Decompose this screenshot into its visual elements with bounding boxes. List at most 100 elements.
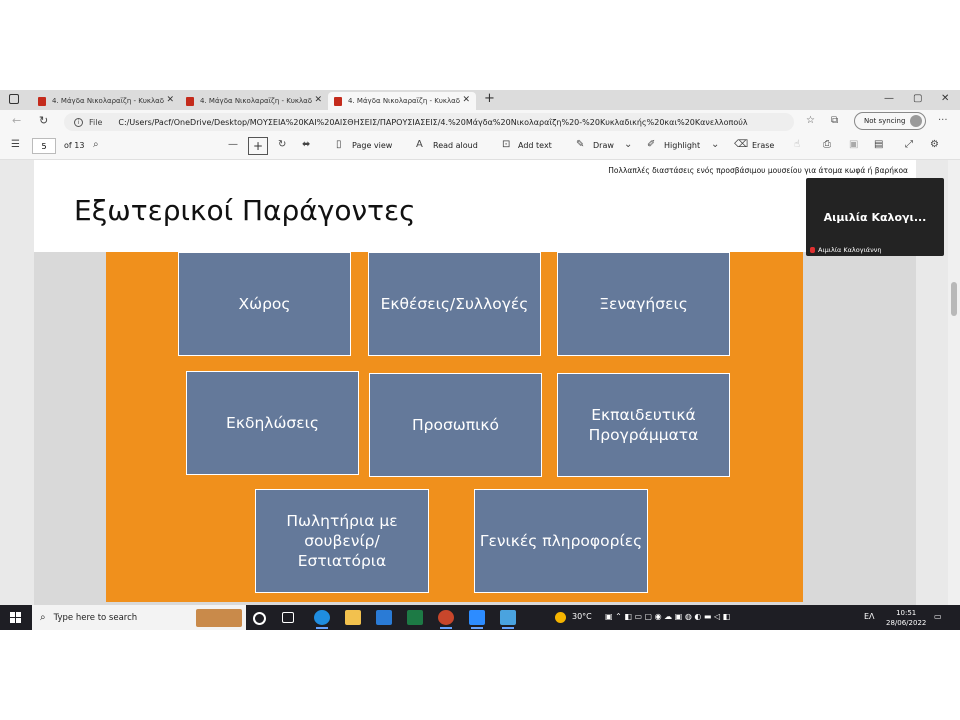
- maximize-icon[interactable]: ▢: [913, 93, 922, 104]
- box-souvenirs-restaurants: Πωλητήρια με σουβενίρ/Εστιατόρια: [255, 489, 429, 593]
- sync-label: Not syncing: [864, 117, 906, 125]
- tab-strip: 4. Μάγδα Νικολαραΐζη - Κυκλαδ ✕ 4. Μάγδα…: [0, 90, 960, 110]
- box-label: Πωλητήρια με σουβενίρ/Εστιατόρια: [286, 511, 398, 571]
- read-aloud-icon: A: [416, 139, 423, 150]
- language-indicator[interactable]: ΕΛ: [864, 612, 875, 621]
- contents-icon[interactable]: ☰: [11, 139, 20, 150]
- avatar: [910, 115, 922, 127]
- close-icon[interactable]: ✕: [462, 95, 470, 105]
- add-text-button[interactable]: Add text: [518, 141, 552, 150]
- erase-button[interactable]: Erase: [752, 141, 774, 150]
- read-aloud-button[interactable]: Read aloud: [433, 141, 478, 150]
- vertical-scrollbar[interactable]: [948, 160, 960, 605]
- weather-icon[interactable]: [555, 612, 566, 623]
- photos-icon[interactable]: [500, 610, 516, 629]
- search-icon: ⌕: [40, 612, 46, 623]
- windows-start-icon[interactable]: [10, 612, 21, 623]
- save-icon[interactable]: ▣: [849, 139, 858, 150]
- collections-icon[interactable]: ⧉: [831, 115, 838, 126]
- highlight-icon: ✐: [647, 139, 656, 150]
- tab-1[interactable]: 4. Μάγδα Νικολαραΐζη - Κυκλαδ ✕: [32, 92, 180, 110]
- box-label: Ξεναγήσεις: [599, 294, 688, 313]
- window-close-icon[interactable]: ✕: [941, 93, 949, 104]
- gear-icon[interactable]: ⚙: [930, 139, 939, 150]
- highlight-button[interactable]: Highlight: [664, 141, 700, 150]
- scrollbar-thumb[interactable]: [951, 282, 957, 316]
- eraser-icon: ⌫: [734, 139, 749, 150]
- pdf-icon: [334, 96, 342, 106]
- draw-icon: ✎: [576, 139, 585, 150]
- page-view-button[interactable]: Page view: [352, 141, 392, 150]
- address-field[interactable]: i File C:/Users/Pacf/OneDrive/Desktop/ΜΟ…: [64, 113, 794, 131]
- zoom-app-icon[interactable]: [469, 610, 485, 629]
- powerpoint-icon[interactable]: [438, 610, 454, 629]
- video-tile[interactable]: Αιμιλία Καλογι... Αιμιλία Καλογιάννη: [806, 178, 944, 256]
- slide-title: Εξωτερικοί Παράγοντες: [74, 194, 416, 227]
- mail-icon[interactable]: [376, 610, 392, 625]
- box-events: Εκδηλώσεις: [186, 371, 359, 475]
- box-general-information: Γενικές πληροφορίες: [474, 489, 648, 593]
- box-label: Χώρος: [238, 294, 291, 313]
- box-label: Προσωπικό: [412, 415, 499, 434]
- taskbar-search[interactable]: ⌕ Type here to search: [32, 605, 246, 630]
- weather-temp[interactable]: 30°C: [572, 612, 592, 621]
- box-label: Εκθέσεις/Συλλογές: [380, 294, 529, 313]
- tab-actions-icon[interactable]: [9, 94, 19, 104]
- zoom-out-icon[interactable]: —: [228, 139, 238, 150]
- box-label: Εκδηλώσεις: [226, 413, 319, 432]
- back-icon[interactable]: ←: [12, 114, 21, 127]
- box-label: Εκπαιδευτικά Προγράμματα: [588, 405, 699, 444]
- search-placeholder: Type here to search: [53, 612, 138, 623]
- fit-page-icon[interactable]: ⬌: [302, 139, 310, 150]
- chevron-down-icon[interactable]: ⌄: [624, 139, 632, 150]
- participant-label: Αιμιλία Καλογιάννη: [810, 246, 881, 254]
- slide-header: Πολλαπλές διαστάσεις ενός προσβάσιμου μο…: [34, 160, 916, 252]
- close-icon[interactable]: ✕: [314, 95, 322, 105]
- edge-icon[interactable]: [314, 610, 330, 629]
- print-icon[interactable]: ⎙: [823, 139, 831, 150]
- refresh-icon[interactable]: ↻: [39, 114, 48, 127]
- new-tab-icon[interactable]: +: [484, 91, 495, 106]
- info-icon[interactable]: i: [74, 117, 83, 127]
- cortana-icon[interactable]: [253, 612, 266, 625]
- scheme-label: File: [89, 117, 103, 127]
- clock-time: 10:51: [896, 609, 917, 617]
- pdf-toolbar: ☰ 5 of 13 ⌕ — + ↻ ⬌ ▯ Page view A Read a…: [0, 134, 960, 160]
- tab-2[interactable]: 4. Μάγδα Νικολαραΐζη - Κυκλαδ ✕: [180, 92, 328, 110]
- close-icon[interactable]: ✕: [166, 95, 174, 105]
- tab-title: 4. Μάγδα Νικολαραΐζη - Κυκλαδ: [200, 97, 312, 105]
- notifications-icon[interactable]: ▭: [934, 612, 942, 621]
- sync-button[interactable]: Not syncing: [854, 112, 926, 130]
- fullscreen-icon[interactable]: ⤢: [905, 139, 913, 150]
- favorites-icon[interactable]: ☆: [806, 115, 815, 126]
- tab-title: 4. Μάγδα Νικολαραΐζη - Κυκλαδ: [348, 97, 460, 105]
- draw-button[interactable]: Draw: [593, 141, 614, 150]
- file-explorer-icon[interactable]: [345, 610, 361, 625]
- box-label: Γενικές πληροφορίες: [479, 531, 643, 550]
- tab-3[interactable]: 4. Μάγδα Νικολαραΐζη - Κυκλαδ ✕: [328, 92, 476, 110]
- minimize-icon[interactable]: —: [884, 93, 894, 104]
- more-icon[interactable]: ···: [938, 115, 948, 126]
- url-text: C:/Users/Pacf/OneDrive/Desktop/ΜΟΥΣΕΙΑ%2…: [118, 117, 749, 127]
- slide-header-text: Πολλαπλές διαστάσεις ενός προσβάσιμου μο…: [608, 166, 908, 175]
- touch-icon[interactable]: ☝: [794, 139, 800, 150]
- box-space: Χώρος: [178, 252, 351, 356]
- pdf-icon: [186, 96, 194, 106]
- search-icon[interactable]: ⌕: [93, 139, 99, 150]
- task-view-icon[interactable]: [282, 612, 294, 623]
- page-number-input[interactable]: 5: [32, 138, 56, 154]
- slide-page: Πολλαπλές διαστάσεις ενός προσβάσιμου μο…: [34, 160, 916, 605]
- excel-icon[interactable]: [407, 610, 423, 625]
- chevron-down-icon[interactable]: ⌄: [711, 139, 719, 150]
- screen: 4. Μάγδα Νικολαραΐζη - Κυκλαδ ✕ 4. Μάγδα…: [0, 90, 960, 630]
- box-guided-tours: Ξεναγήσεις: [557, 252, 730, 356]
- page-view-icon: ▯: [336, 139, 342, 150]
- clock-date: 28/06/2022: [886, 619, 927, 627]
- pdf-icon: [38, 96, 46, 106]
- zoom-in-icon[interactable]: +: [248, 137, 268, 155]
- rotate-icon[interactable]: ↻: [278, 139, 286, 150]
- tray-icons[interactable]: ▣ ⌃ ◧ ▭ ▢ ◉ ☁ ▣ ◍ ◐ ▬ ◁ ◧: [605, 612, 730, 621]
- box-staff: Προσωπικό: [369, 373, 542, 477]
- save-as-icon[interactable]: ▤: [874, 139, 883, 150]
- clock[interactable]: 10:51 28/06/2022: [886, 608, 926, 628]
